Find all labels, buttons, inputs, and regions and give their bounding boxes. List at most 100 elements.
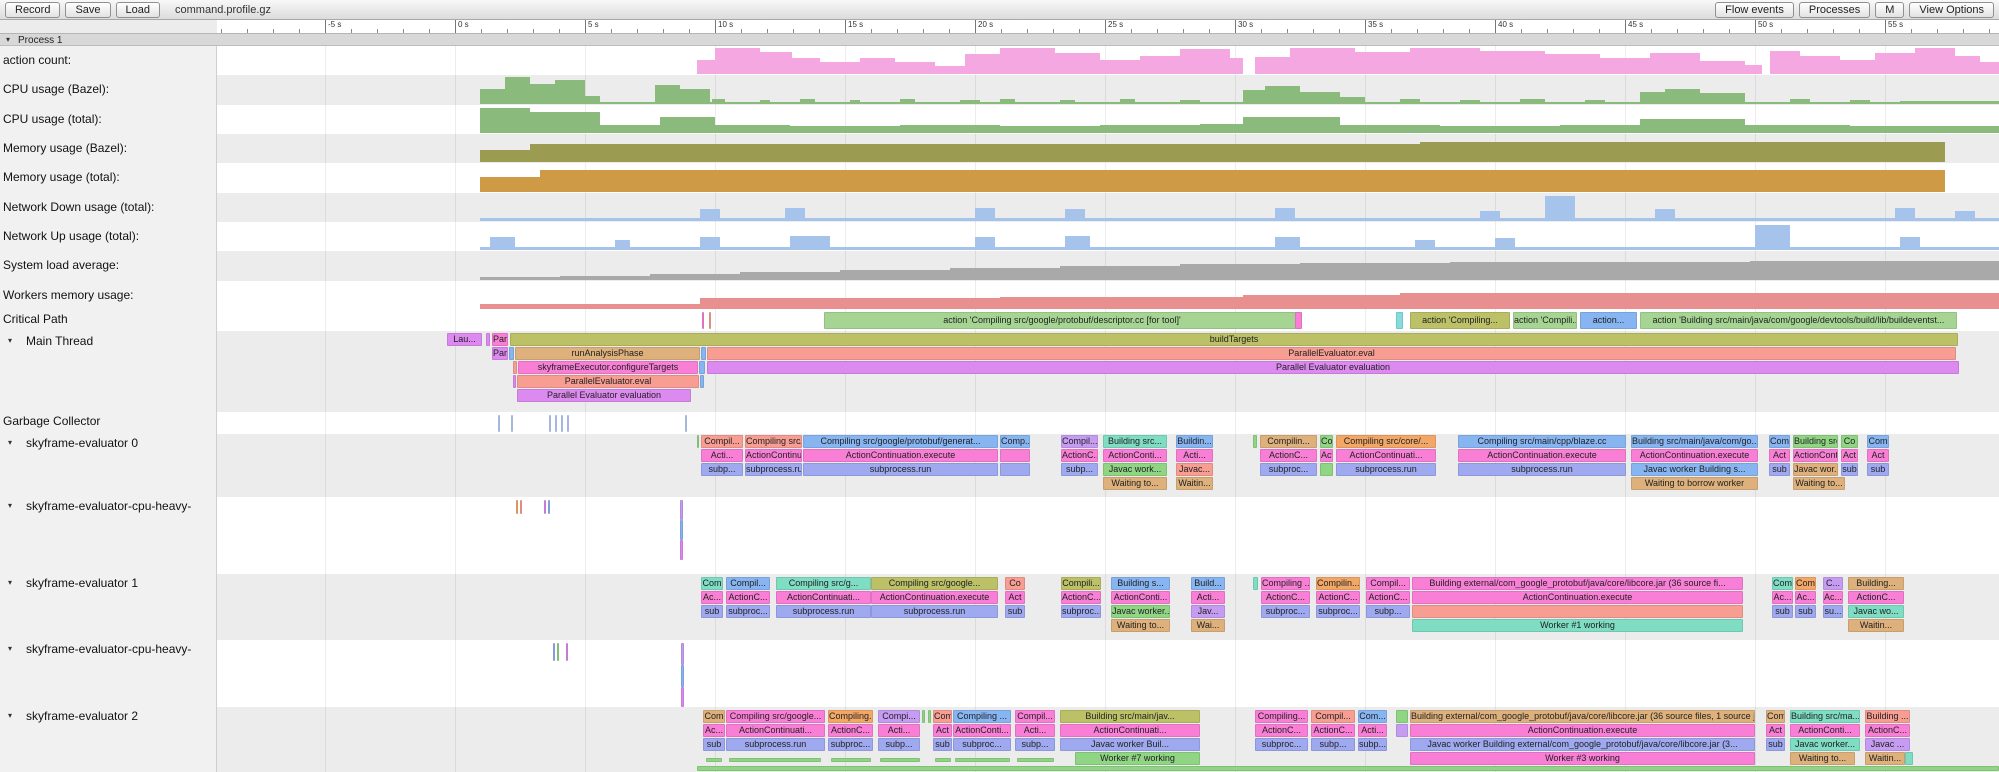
slice[interactable] — [928, 710, 931, 723]
slice[interactable]: Building... — [1848, 577, 1904, 590]
slice[interactable] — [513, 375, 516, 388]
slice[interactable]: ActionC... — [1316, 591, 1360, 604]
slice[interactable]: Com — [1766, 710, 1785, 723]
slice[interactable]: subp... — [1061, 463, 1098, 476]
slice[interactable]: subprocess.run — [1336, 463, 1436, 476]
slice[interactable]: Waiting to... — [1111, 619, 1170, 632]
slice[interactable] — [681, 687, 684, 707]
slice[interactable]: ActionC... — [1260, 449, 1317, 462]
slice[interactable]: Act — [1841, 449, 1858, 462]
slice[interactable]: Com — [1795, 577, 1816, 590]
slice[interactable]: ActionC... — [1366, 591, 1410, 604]
slice[interactable]: Waiting to... — [1793, 477, 1845, 490]
slice[interactable]: Compil... — [1366, 577, 1410, 590]
slice[interactable]: Building external/com_google_protobuf/ja… — [1412, 577, 1743, 590]
slice[interactable]: sub — [701, 605, 723, 618]
slice[interactable]: su... — [1823, 605, 1843, 618]
process-collapse-icon[interactable]: ▾ — [6, 33, 10, 46]
slice[interactable] — [955, 758, 1010, 762]
slice[interactable]: subproc... — [1260, 463, 1317, 476]
slice[interactable]: Compiling src/google/protobuf/generat... — [803, 435, 998, 448]
slice[interactable]: Compiling ... — [1261, 577, 1310, 590]
slice[interactable] — [555, 415, 557, 432]
slice[interactable] — [553, 643, 555, 661]
slice[interactable] — [548, 500, 550, 514]
slice[interactable]: Co — [1320, 435, 1333, 448]
slice[interactable] — [516, 500, 518, 514]
slice[interactable]: ActionContinuati... — [1060, 724, 1200, 737]
slice[interactable] — [697, 435, 699, 448]
slice[interactable]: subproc... — [1255, 738, 1308, 751]
slice[interactable]: Building external/com_google_protobuf/ja… — [1410, 710, 1755, 723]
slice[interactable] — [544, 500, 546, 514]
slice[interactable]: ActionC... — [1848, 591, 1904, 604]
slice[interactable] — [1253, 577, 1258, 590]
slice[interactable]: sub — [1769, 463, 1790, 476]
slice[interactable]: Jav... — [1191, 605, 1225, 618]
slice[interactable]: ParallelEvaluator.eval — [707, 347, 1956, 360]
slice[interactable]: Compil... — [1061, 435, 1098, 448]
slice[interactable]: ActionC... — [726, 591, 770, 604]
slice[interactable] — [831, 758, 871, 762]
slice[interactable]: Building src/main/java/com/go... — [1631, 435, 1758, 448]
slice[interactable]: ActionContinuation.execute — [871, 591, 998, 604]
slice[interactable]: Compili... — [1061, 577, 1101, 590]
slice[interactable]: Compil... — [1311, 710, 1355, 723]
slice[interactable]: Acti... — [1015, 724, 1055, 737]
save-button[interactable]: Save — [65, 2, 110, 18]
slice[interactable]: Building src... — [1103, 435, 1167, 448]
slice[interactable]: Waitin... — [1848, 619, 1904, 632]
slice[interactable]: ActionConti... — [1790, 724, 1860, 737]
slice[interactable] — [880, 758, 920, 762]
view-options-button[interactable]: View Options — [1909, 2, 1994, 18]
slice[interactable] — [498, 415, 500, 432]
slice[interactable]: Worker #1 working — [1412, 619, 1743, 632]
slice[interactable]: sub — [1867, 463, 1889, 476]
slice[interactable]: skyframeExecutor.configureTargets — [518, 361, 698, 374]
slice[interactable]: ActionContinuation.execute — [1631, 449, 1758, 462]
slice[interactable]: Ac... — [1772, 591, 1793, 604]
collapse-icon-main-thread[interactable]: ▾ — [8, 336, 12, 345]
slice[interactable]: Ac... — [1795, 591, 1816, 604]
slice[interactable] — [513, 361, 517, 374]
slice[interactable]: ActionConti... — [1793, 449, 1838, 462]
slice[interactable] — [1320, 463, 1333, 476]
slice[interactable]: ActionContinuati... — [745, 449, 802, 462]
collapse-icon-skyframe-evaluator-cpu-heavy-0[interactable]: ▾ — [8, 501, 12, 510]
slice[interactable] — [557, 643, 559, 661]
slice[interactable]: Acti... — [701, 449, 743, 462]
slice[interactable]: ActionConti... — [953, 724, 1011, 737]
slice[interactable]: Acti... — [878, 724, 920, 737]
slice[interactable]: Com — [703, 710, 725, 723]
slice[interactable] — [1396, 710, 1408, 723]
slice[interactable]: sub — [933, 738, 952, 751]
slice[interactable] — [680, 520, 683, 540]
slice[interactable]: subprocess.run — [776, 605, 871, 618]
slice[interactable]: Javac worker Building s... — [1631, 463, 1758, 476]
slice[interactable]: Building s... — [1111, 577, 1170, 590]
slice[interactable]: ActionC... — [828, 724, 873, 737]
slice[interactable]: Ac... — [1823, 591, 1843, 604]
slice[interactable]: sub — [1795, 605, 1816, 618]
collapse-icon-skyframe-evaluator-2[interactable]: ▾ — [8, 711, 12, 720]
slice[interactable]: Par — [492, 347, 508, 360]
slice[interactable]: Compiling src/main/cpp/blaze.cc — [1458, 435, 1626, 448]
slice[interactable]: ActionContinuati... — [1336, 449, 1436, 462]
slice[interactable]: Compil... — [1015, 710, 1055, 723]
slice[interactable]: Compiling src/g... — [776, 577, 871, 590]
slice[interactable]: Act — [1320, 449, 1333, 462]
slice[interactable]: Act — [1769, 449, 1790, 462]
slice[interactable]: action 'Compiling... — [1410, 312, 1510, 329]
slice[interactable]: Javac ... — [1865, 738, 1910, 751]
slice[interactable] — [1017, 758, 1054, 762]
slice[interactable]: Building src... — [1793, 435, 1838, 448]
slice[interactable]: subprocess.run — [1458, 463, 1626, 476]
slice[interactable]: action 'Compiling src/google/protobuf/de… — [824, 312, 1300, 329]
slice[interactable]: subproc... — [1261, 605, 1310, 618]
slice[interactable]: runAnalysisPhase — [515, 347, 700, 360]
slice[interactable] — [697, 766, 1999, 771]
slice[interactable]: ParallelEvaluator.eval — [517, 375, 699, 388]
slice[interactable]: ActionConti... — [1111, 591, 1170, 604]
slice[interactable] — [922, 710, 925, 723]
slice[interactable]: Compi... — [878, 710, 920, 723]
